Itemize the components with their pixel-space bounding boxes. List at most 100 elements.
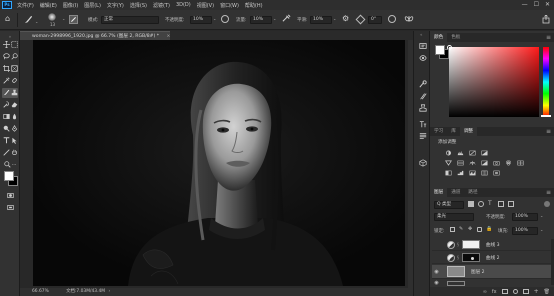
new-layer-icon[interactable]: + (534, 288, 539, 295)
close-window-button[interactable]: ✕ (545, 1, 550, 8)
exposure-icon[interactable] (480, 149, 488, 156)
tab-layers[interactable]: 图层 (430, 188, 448, 197)
fill-field[interactable]: 100% (512, 227, 538, 235)
curves-icon[interactable] (468, 149, 476, 156)
posterize-icon[interactable] (456, 169, 464, 176)
lock-image-icon[interactable]: ✎ (459, 227, 464, 232)
brush-angle-icon[interactable] (355, 14, 366, 25)
properties-panel-icon[interactable] (418, 53, 427, 62)
flow-field[interactable]: 10% (250, 16, 272, 24)
black-white-icon[interactable] (480, 159, 488, 166)
brush-angle-field[interactable]: 0° (368, 16, 382, 24)
menu-file[interactable]: 文件(F) (17, 2, 34, 9)
layer-blend-mode-select[interactable]: 柔光 (434, 213, 474, 221)
mask-link-icon[interactable]: § (457, 255, 460, 260)
new-group-icon[interactable] (522, 289, 529, 294)
brush-tool-icon[interactable] (24, 15, 33, 26)
brush-tool-selected[interactable] (2, 88, 18, 98)
home-icon[interactable]: ⌂ (5, 15, 10, 23)
layer-mask-thumbnail[interactable] (462, 253, 480, 262)
menu-edit[interactable]: 编辑(E) (40, 2, 57, 9)
pressure-size-icon[interactable] (388, 15, 396, 23)
menu-select[interactable]: 选择(S) (130, 2, 147, 9)
eyedropper-tool[interactable] (2, 76, 18, 86)
delete-layer-trash-icon[interactable]: 🗑 (544, 289, 550, 295)
filter-toggle-icon[interactable] (544, 201, 550, 207)
layer-name[interactable]: 曲线 3 (486, 242, 500, 248)
add-mask-icon[interactable] (501, 289, 508, 294)
menu-type[interactable]: 文字(Y) (107, 2, 124, 9)
layer-style-fx-icon[interactable]: fx (492, 289, 497, 295)
layer-row-curves-3[interactable]: § 曲线 3 (432, 239, 553, 251)
selective-color-icon[interactable] (492, 169, 500, 176)
smoothing-chevron-icon[interactable]: ⌄ (333, 16, 336, 21)
history-brush-tool[interactable] (2, 100, 18, 110)
share-icon[interactable] (542, 14, 550, 26)
document-tab[interactable]: woman-2998996_1920.jpg @ 66.7% (图层 2, RG… (20, 31, 170, 40)
blend-mode-select[interactable]: 正常 (101, 16, 159, 24)
tab-swatches[interactable]: 色板 (447, 33, 464, 42)
lock-position-icon[interactable]: ✥ (468, 227, 473, 232)
tab-color[interactable]: 颜色 (430, 33, 448, 42)
color-balance-icon[interactable] (468, 159, 476, 166)
brush-size-chevron-icon[interactable]: ⌄ (62, 16, 65, 21)
menu-view[interactable]: 视图(V) (197, 2, 214, 9)
layer-name[interactable]: 图层 2 (471, 269, 485, 275)
menu-filter[interactable]: 滤镜(T) (153, 2, 170, 9)
history-panel-icon[interactable] (418, 41, 427, 50)
layer-row-background-partial[interactable]: ◉ (432, 280, 553, 286)
paragraph-panel-icon[interactable] (418, 131, 427, 140)
type-tool[interactable] (2, 136, 18, 146)
layer-name[interactable]: 曲线 2 (486, 255, 500, 261)
filter-pixel-icon[interactable] (468, 201, 474, 207)
menu-3d[interactable]: 3D(D) (176, 2, 191, 8)
layer-opacity-chevron-icon[interactable]: ⌄ (540, 213, 543, 218)
gradient-tool[interactable] (2, 112, 18, 122)
zoom-tool[interactable]: ··· (2, 160, 18, 170)
lock-transparent-icon[interactable] (450, 227, 455, 232)
filter-smart-object-icon[interactable] (508, 201, 514, 207)
color-saturation-field[interactable] (447, 45, 539, 117)
shape-tool[interactable] (2, 148, 18, 158)
link-layers-icon[interactable]: ∞ (483, 289, 487, 295)
brush-settings-icon[interactable] (69, 15, 78, 24)
filter-shape-icon[interactable] (498, 201, 504, 207)
vibrance-icon[interactable] (444, 159, 452, 166)
status-menu-chevron-icon[interactable]: › (108, 289, 110, 294)
mask-link-icon[interactable]: § (457, 242, 460, 247)
brush-settings-panel-icon[interactable] (418, 79, 427, 88)
fill-chevron-icon[interactable]: ⌄ (540, 227, 543, 232)
crop-tool[interactable] (2, 64, 18, 74)
menu-layer[interactable]: 图层(L) (84, 2, 101, 9)
tab-libraries[interactable]: 库 (447, 127, 460, 136)
toolbar-collapse-handle[interactable]: » (2, 33, 18, 39)
tab-channels[interactable]: 通道 (447, 188, 464, 197)
3d-panel-icon[interactable] (418, 158, 427, 167)
document-canvas-photo[interactable] (33, 40, 405, 286)
move-tool[interactable] (2, 40, 18, 50)
new-adjustment-layer-icon[interactable] (512, 289, 518, 294)
menu-help[interactable]: 帮助(H) (245, 2, 263, 9)
hue-saturation-icon[interactable] (456, 159, 464, 166)
dodge-tool[interactable] (2, 124, 18, 134)
channel-mixer-icon[interactable] (504, 159, 512, 166)
adjustments-panel-menu-icon[interactable]: ≡ (546, 127, 554, 136)
layer-mask-thumbnail[interactable] (462, 240, 480, 249)
layer-row-curves-2[interactable]: § 曲线 2 (432, 252, 553, 264)
threshold-icon[interactable] (468, 169, 476, 176)
tab-learn[interactable]: 学习 (430, 127, 447, 136)
layer-thumbnail[interactable] (447, 266, 465, 277)
lasso-tool[interactable] (2, 52, 18, 62)
filter-adjustment-icon[interactable] (478, 201, 484, 207)
gradient-map-icon[interactable] (480, 169, 488, 176)
quick-mask-button[interactable] (2, 191, 18, 201)
layer-kind-filter-select[interactable]: Q 类型 (434, 201, 464, 209)
brightness-contrast-icon[interactable] (444, 149, 452, 156)
brush-tip-preview-icon[interactable] (48, 13, 56, 21)
panel-foreground-swatch[interactable] (435, 45, 445, 55)
eye-icon[interactable]: ◉ (432, 280, 441, 286)
zoom-level[interactable]: 66.67% (32, 289, 49, 294)
photo-filter-icon[interactable] (492, 159, 500, 166)
color-panel-menu-icon[interactable]: ≡ (546, 33, 554, 42)
character-panel-icon[interactable] (418, 119, 427, 128)
